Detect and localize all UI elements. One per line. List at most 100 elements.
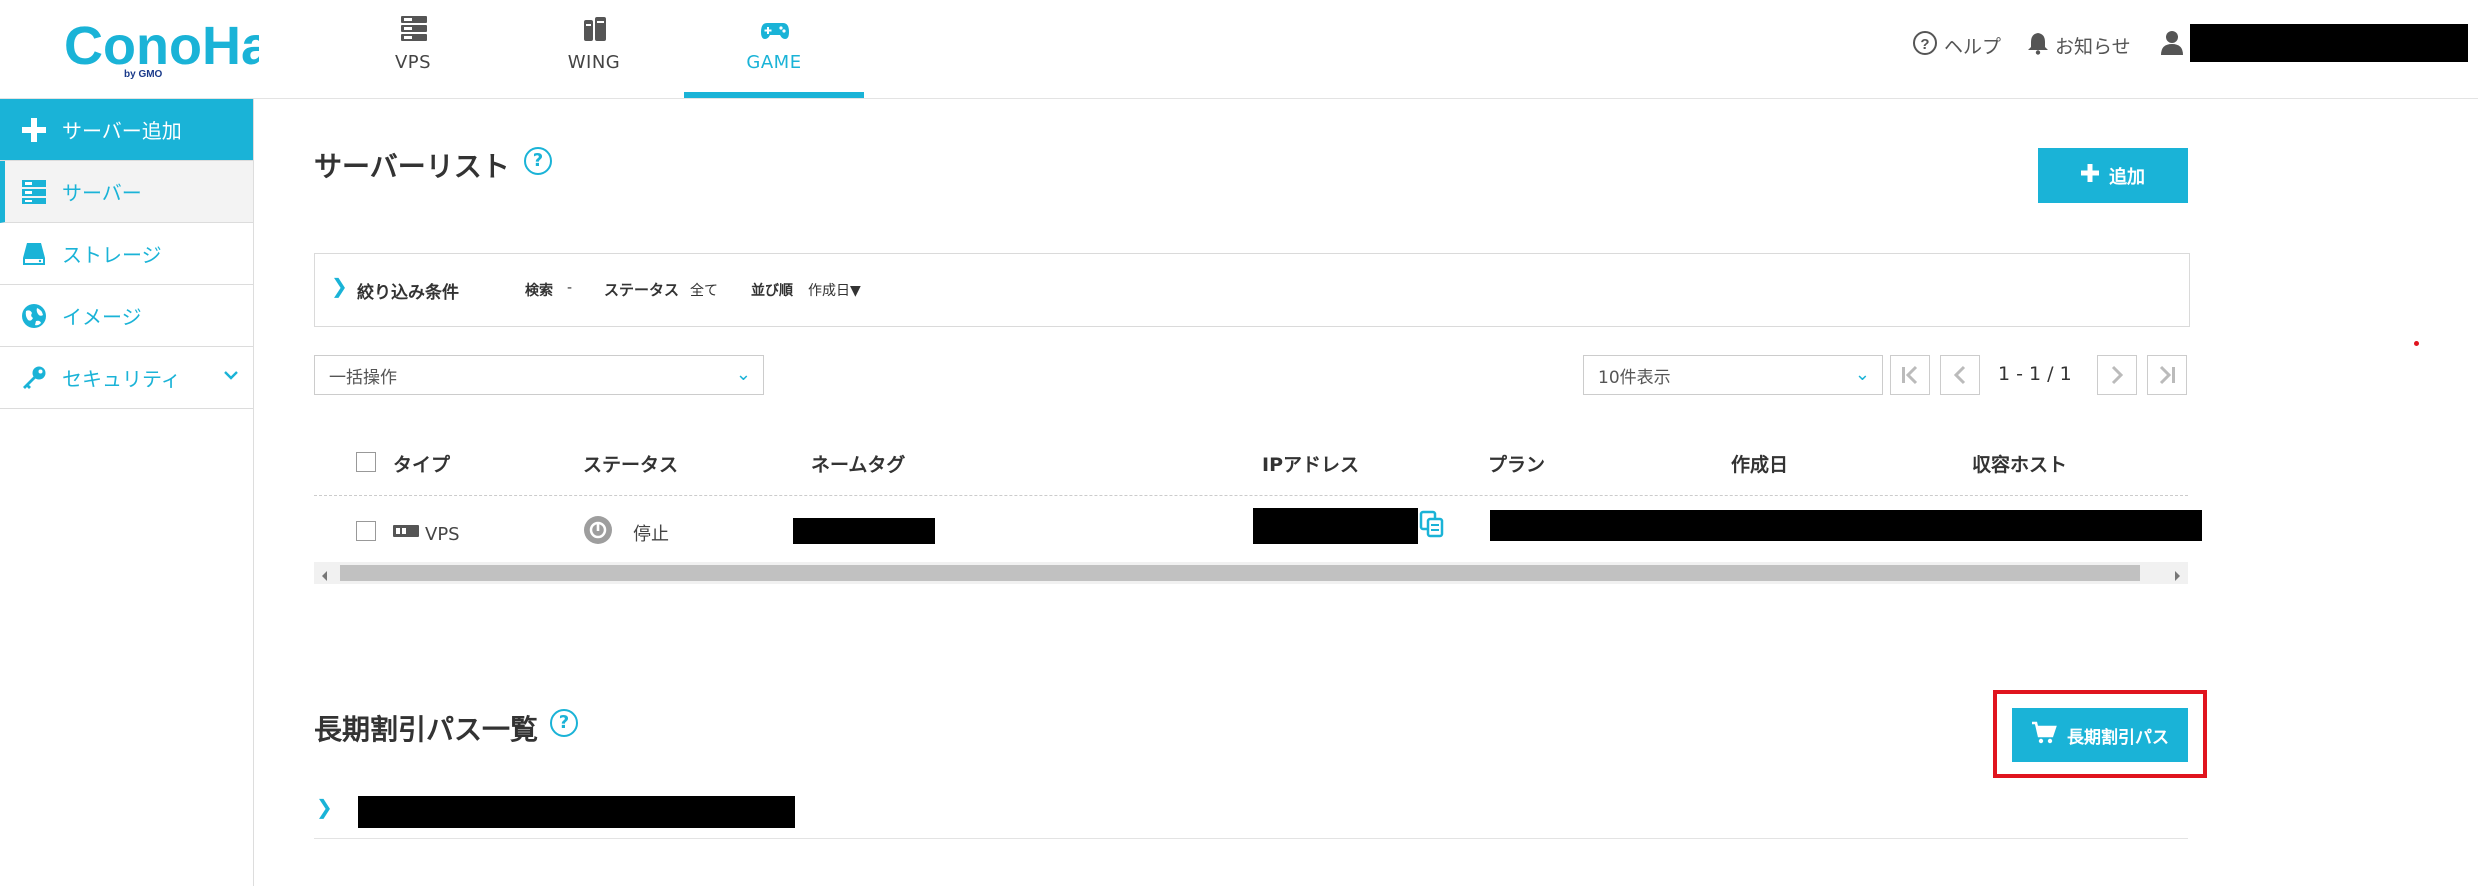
chevron-left-icon	[1953, 365, 1966, 385]
notice-link[interactable]: お知らせ	[2027, 30, 2131, 60]
column-header-type[interactable]: タイプ	[393, 450, 450, 477]
last-page-button[interactable]	[2147, 355, 2187, 395]
add-server-button[interactable]: 追加	[2038, 148, 2188, 203]
select-all-checkbox[interactable]	[356, 452, 376, 472]
chevron-right-icon[interactable]: ❯	[316, 795, 333, 819]
sidebar-item-image[interactable]: イメージ	[0, 285, 253, 347]
svg-text:?: ?	[1920, 36, 1929, 53]
sidebar-item-label: サーバー	[62, 181, 142, 205]
chevron-right-icon	[2111, 365, 2124, 385]
plus-icon	[2081, 164, 2099, 187]
last-page-icon	[2159, 365, 2175, 385]
power-stopped-icon	[583, 515, 613, 549]
bell-icon	[2027, 31, 2049, 60]
nav-tab-label: VPS	[394, 52, 432, 73]
sidebar-item-label: サーバー追加	[62, 119, 182, 143]
bulk-action-value: 一括操作	[329, 367, 397, 388]
page-size-value: 10件表示	[1598, 367, 1671, 388]
page-size-select[interactable]: 10件表示 ⌄	[1583, 355, 1883, 395]
filter-search-value: -	[567, 280, 573, 296]
nav-tab-game[interactable]: GAME	[684, 0, 864, 98]
top-header: ConoHa by GMO VPS WING GAME ? ヘルプ お知らせ	[0, 0, 2478, 99]
sidebar-item-label: イメージ	[62, 305, 142, 329]
redacted-username	[2190, 24, 2468, 62]
discount-pass-button[interactable]: 長期割引パス	[2012, 708, 2188, 762]
copy-icon[interactable]	[1419, 510, 1445, 542]
gamepad-icon	[760, 14, 790, 44]
redacted-plan-date-host	[1490, 510, 2202, 541]
sidebar-item-storage[interactable]: ストレージ	[0, 223, 253, 285]
question-circle-icon: ?	[1912, 30, 1938, 61]
nav-tab-label: GAME	[746, 52, 802, 73]
chevron-right-icon[interactable]: ❯	[331, 274, 348, 298]
row-type: VPS	[425, 524, 460, 545]
chevron-down-icon[interactable]	[223, 367, 239, 387]
wing-icon	[580, 14, 610, 44]
discount-help-icon[interactable]: ?	[550, 709, 578, 737]
redacted-nametag[interactable]	[793, 518, 935, 544]
notice-label: お知らせ	[2055, 35, 2131, 58]
bulk-action-select[interactable]: 一括操作 ⌄	[314, 355, 764, 395]
server-icon	[20, 178, 48, 206]
scroll-right-arrow-icon[interactable]	[2172, 567, 2182, 586]
red-dot-marker	[2414, 341, 2419, 346]
column-header-nametag[interactable]: ネームタグ	[811, 450, 905, 477]
sidebar-item-security[interactable]: セキュリティ	[0, 347, 253, 409]
discount-pass-title: 長期割引パス一覧	[314, 713, 539, 746]
add-button-label: 追加	[2109, 166, 2145, 188]
first-page-button[interactable]	[1890, 355, 1930, 395]
row-status: 停止	[633, 524, 669, 545]
plus-icon	[20, 116, 48, 144]
svg-text:ConoHa: ConoHa	[64, 16, 259, 76]
redacted-discount-pass[interactable]	[358, 796, 795, 828]
conoha-logo[interactable]: ConoHa by GMO	[64, 14, 272, 80]
globe-icon	[20, 302, 48, 330]
scrollbar-thumb[interactable]	[340, 565, 2140, 581]
cart-icon	[2031, 721, 2057, 750]
svg-text:by GMO: by GMO	[124, 69, 163, 80]
server-list-help-icon[interactable]: ?	[524, 147, 552, 175]
filter-status-label: ステータス	[604, 281, 680, 299]
server-stack-icon	[399, 14, 429, 44]
column-header-host[interactable]: 収容ホスト	[1972, 450, 2067, 477]
nav-tab-wing[interactable]: WING	[504, 0, 684, 98]
user-icon	[2160, 30, 2184, 61]
header-divider	[314, 495, 2188, 496]
chevron-down-icon: ⌄	[1854, 364, 1870, 385]
sidebar-item-add-server[interactable]: サーバー追加	[0, 99, 253, 161]
sidebar: サーバー追加 サーバー ストレージ イメージ セキュリティ	[0, 99, 254, 886]
chevron-down-icon: ⌄	[735, 364, 751, 385]
filter-sort-value: 作成日▼	[808, 283, 861, 299]
user-menu[interactable]	[2160, 30, 2184, 60]
filter-status-value: 全て	[690, 283, 718, 299]
server-list-title: サーバーリスト	[314, 150, 510, 183]
pagination-info: 1 - 1 / 1	[1998, 363, 2072, 385]
storage-icon	[20, 240, 48, 268]
first-page-icon	[1902, 365, 1918, 385]
key-icon	[20, 364, 48, 392]
vps-type-icon	[393, 523, 419, 543]
discount-button-label: 長期割引パス	[2067, 727, 2169, 748]
sidebar-item-label: セキュリティ	[62, 367, 181, 391]
redacted-ip	[1253, 508, 1418, 544]
column-header-created[interactable]: 作成日	[1731, 450, 1788, 477]
nav-tab-vps[interactable]: VPS	[323, 0, 503, 98]
filter-search-label: 検索	[525, 283, 553, 299]
help-link[interactable]: ? ヘルプ	[1912, 30, 2001, 60]
next-page-button[interactable]	[2097, 355, 2137, 395]
row-checkbox[interactable]	[356, 521, 376, 541]
filter-panel[interactable]: ❯ 絞り込み条件 検索 - ステータス 全て 並び順 作成日▼	[314, 253, 2190, 327]
column-header-plan[interactable]: プラン	[1488, 450, 1545, 477]
prev-page-button[interactable]	[1940, 355, 1980, 395]
column-header-ip[interactable]: IPアドレス	[1262, 450, 1359, 477]
table-horizontal-scrollbar[interactable]	[314, 562, 2188, 584]
filter-title[interactable]: 絞り込み条件	[357, 278, 459, 303]
sidebar-item-server[interactable]: サーバー	[0, 161, 253, 223]
nav-tab-label: WING	[567, 52, 621, 73]
sidebar-item-label: ストレージ	[62, 243, 162, 267]
help-label: ヘルプ	[1944, 35, 2002, 58]
column-header-status[interactable]: ステータス	[583, 450, 678, 477]
filter-sort-label: 並び順	[751, 283, 793, 299]
scroll-left-arrow-icon[interactable]	[320, 567, 330, 586]
discount-divider	[314, 838, 2188, 839]
